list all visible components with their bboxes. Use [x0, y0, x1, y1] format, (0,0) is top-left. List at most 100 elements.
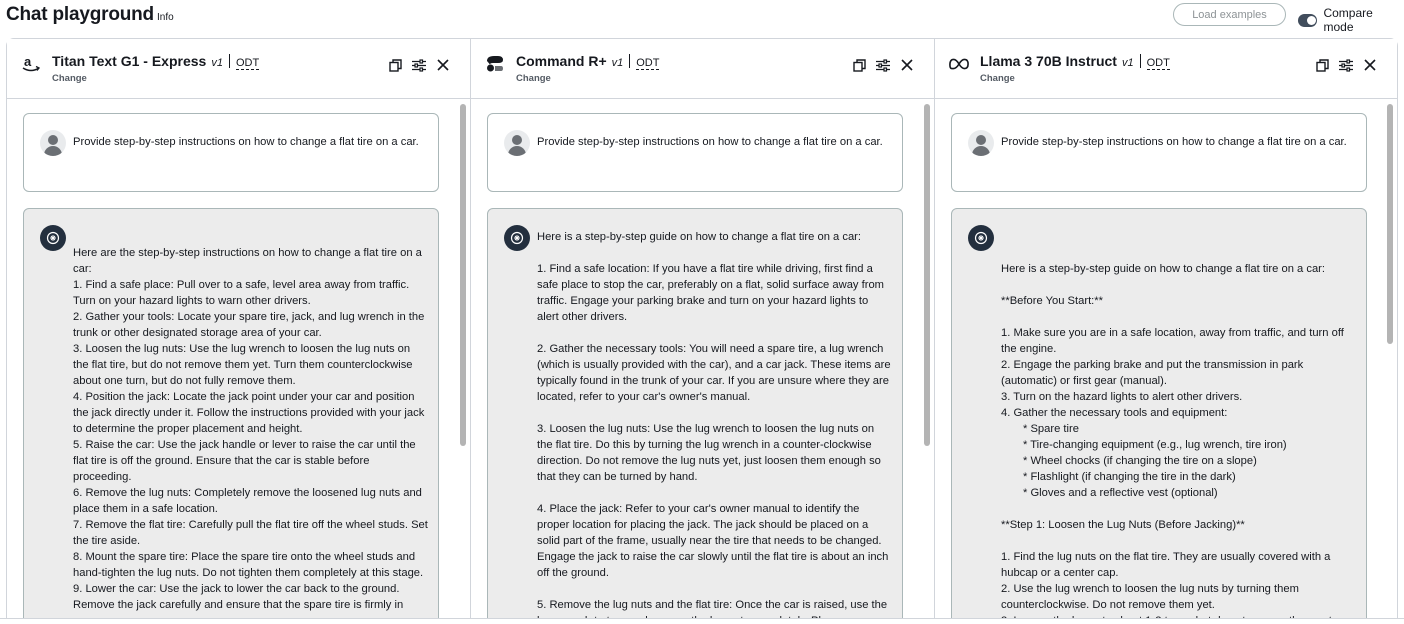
- settings-sliders-icon[interactable]: [412, 58, 426, 72]
- panel-actions: [388, 58, 450, 72]
- model-panel-llama: Llama 3 70B Instruct v1 ODT Change Provide…: [935, 39, 1397, 624]
- assistant-avatar-icon: [504, 225, 530, 251]
- response-line: [537, 325, 892, 341]
- assistant-message-text: Here is a step-by-step guide on how to c…: [1001, 261, 1356, 624]
- panel-actions: [1315, 58, 1377, 72]
- settings-sliders-icon[interactable]: [876, 58, 890, 72]
- odt-label[interactable]: ODT: [235, 57, 260, 70]
- response-line: 1. Find a safe location: If you have a f…: [537, 263, 888, 323]
- model-version: v1: [611, 57, 624, 69]
- response-line: [537, 245, 892, 261]
- close-icon[interactable]: [900, 58, 914, 72]
- separator: [629, 54, 631, 68]
- response-line: [537, 581, 892, 597]
- assistant-message: Here is a step-by-step guide on how to c…: [487, 208, 903, 624]
- response-line: 4. Gather the necessary tools and equipm…: [1001, 407, 1228, 419]
- response-line: [1001, 533, 1356, 549]
- copy-icon[interactable]: [1315, 58, 1329, 72]
- response-line: * Wheel chocks (if changing the tire on …: [1023, 455, 1257, 467]
- response-line: 1. Make sure you are in a safe location,…: [1001, 327, 1347, 355]
- model-name-text: Titan Text G1 - Express: [52, 53, 207, 69]
- model-name[interactable]: Llama 3 70B Instruct v1 ODT: [980, 53, 1170, 70]
- response-line: 3. Loosen the lug nuts: Use the lug wren…: [537, 423, 885, 483]
- compare-mode-toggle[interactable]: Compare mode: [1298, 6, 1404, 34]
- assistant-message-text: Here is a step-by-step guide on how to c…: [537, 229, 892, 624]
- load-examples-button[interactable]: Load examples: [1173, 3, 1286, 26]
- response-line: [1001, 277, 1356, 293]
- model-name[interactable]: Titan Text G1 - Express v1 ODT: [52, 53, 260, 70]
- response-line: [537, 485, 892, 501]
- user-message-text: Provide step-by-step instructions on how…: [73, 136, 419, 148]
- response-line: 1. Find the lug nuts on the flat tire. T…: [1001, 551, 1334, 579]
- panel-header: Llama 3 70B Instruct v1 ODT Change: [935, 39, 1397, 99]
- meta-logo-icon: [949, 54, 969, 74]
- model-name[interactable]: Command R+ v1 ODT: [516, 53, 660, 70]
- amazon-logo-icon: a: [21, 54, 41, 74]
- assistant-avatar-icon: [40, 225, 66, 251]
- scrollbar-thumb[interactable]: [924, 104, 930, 446]
- change-model-link[interactable]: Change: [980, 73, 1015, 84]
- response-line: 4. Position the jack: Locate the jack po…: [73, 391, 428, 435]
- user-message: Provide step-by-step instructions on how…: [23, 113, 439, 192]
- close-icon[interactable]: [436, 58, 450, 72]
- response-line: 8. Mount the spare tire: Place the spare…: [73, 551, 424, 579]
- scrollbar[interactable]: [1385, 101, 1395, 624]
- response-line: 1. Find a safe place: Pull over to a saf…: [73, 279, 413, 307]
- user-avatar-icon: [40, 130, 66, 156]
- response-line: Here is a step-by-step guide on how to c…: [537, 231, 862, 243]
- user-message: Provide step-by-step instructions on how…: [951, 113, 1367, 192]
- model-version: v1: [1121, 57, 1134, 69]
- copy-icon[interactable]: [852, 58, 866, 72]
- info-link[interactable]: Info: [157, 12, 174, 23]
- response-line: * Tire-changing equipment (e.g., lug wre…: [1023, 439, 1287, 451]
- response-line: **Step 1: Loosen the Lug Nuts (Before Ja…: [1001, 519, 1245, 531]
- odt-label[interactable]: ODT: [1146, 57, 1170, 70]
- response-line: * Flashlight (if changing the tire in th…: [1023, 471, 1236, 483]
- user-message-text: Provide step-by-step instructions on how…: [537, 136, 883, 148]
- user-message: Provide step-by-step instructions on how…: [487, 113, 903, 192]
- response-line: 2. Use the lug wrench to loosen the lug …: [1001, 583, 1302, 611]
- response-line: 3. Turn on the hazard lights to alert ot…: [1001, 391, 1243, 403]
- response-line: 2. Engage the parking brake and put the …: [1001, 359, 1307, 387]
- user-avatar-icon: [504, 130, 530, 156]
- scrollbar[interactable]: [458, 101, 468, 624]
- assistant-avatar-icon: [968, 225, 994, 251]
- panel-actions: [852, 58, 914, 72]
- response-line: 6. Remove the lug nuts: Completely remov…: [73, 487, 425, 515]
- response-line: * Gloves and a reflective vest (optional…: [1023, 487, 1218, 499]
- panel-header: a Titan Text G1 - Express v1 ODT Change: [7, 39, 470, 99]
- copy-icon[interactable]: [388, 58, 402, 72]
- model-panel-command-r-plus: Command R+ v1 ODT Change Provide step-by-s…: [471, 39, 934, 624]
- separator: [228, 54, 230, 68]
- response-line: Remove the jack carefully and ensure tha…: [73, 599, 404, 611]
- model-panel-titan: a Titan Text G1 - Express v1 ODT Change Pr…: [7, 39, 470, 624]
- scrollbar[interactable]: [922, 101, 932, 624]
- toggle-switch[interactable]: [1298, 13, 1318, 27]
- response-line: Here are the step-by-step instructions o…: [73, 247, 425, 275]
- toggle-knob: [1307, 15, 1316, 25]
- response-line: Here is a step-by-step guide on how to c…: [1001, 263, 1326, 275]
- scrollbar-thumb[interactable]: [1387, 104, 1393, 344]
- page-title: Chat playground: [6, 4, 154, 25]
- scrollbar-thumb[interactable]: [460, 104, 466, 446]
- response-line: 7. Remove the flat tire: Carefully pull …: [73, 519, 431, 547]
- separator: [1139, 54, 1141, 68]
- response-line: * Spare tire: [1023, 423, 1079, 435]
- response-line: [1001, 501, 1356, 517]
- assistant-message-text: Here are the step-by-step instructions o…: [73, 245, 428, 613]
- model-name-text: Command R+: [516, 53, 607, 69]
- user-avatar-icon: [968, 130, 994, 156]
- response-line: **Before You Start:**: [1001, 295, 1104, 307]
- assistant-message: Here are the step-by-step instructions o…: [23, 208, 439, 624]
- change-model-link[interactable]: Change: [516, 73, 551, 84]
- assistant-message: Here is a step-by-step guide on how to c…: [951, 208, 1367, 624]
- close-icon[interactable]: [1363, 58, 1377, 72]
- response-line: 2. Gather your tools: Locate your spare …: [73, 311, 428, 339]
- model-name-text: Llama 3 70B Instruct: [980, 53, 1117, 69]
- top-bar: Chat playground Info Load examples Compa…: [0, 0, 1404, 38]
- model-version: v1: [211, 57, 223, 69]
- panel-header: Command R+ v1 ODT Change: [471, 39, 934, 99]
- change-model-link[interactable]: Change: [52, 73, 87, 84]
- odt-label[interactable]: ODT: [636, 57, 660, 70]
- settings-sliders-icon[interactable]: [1339, 58, 1353, 72]
